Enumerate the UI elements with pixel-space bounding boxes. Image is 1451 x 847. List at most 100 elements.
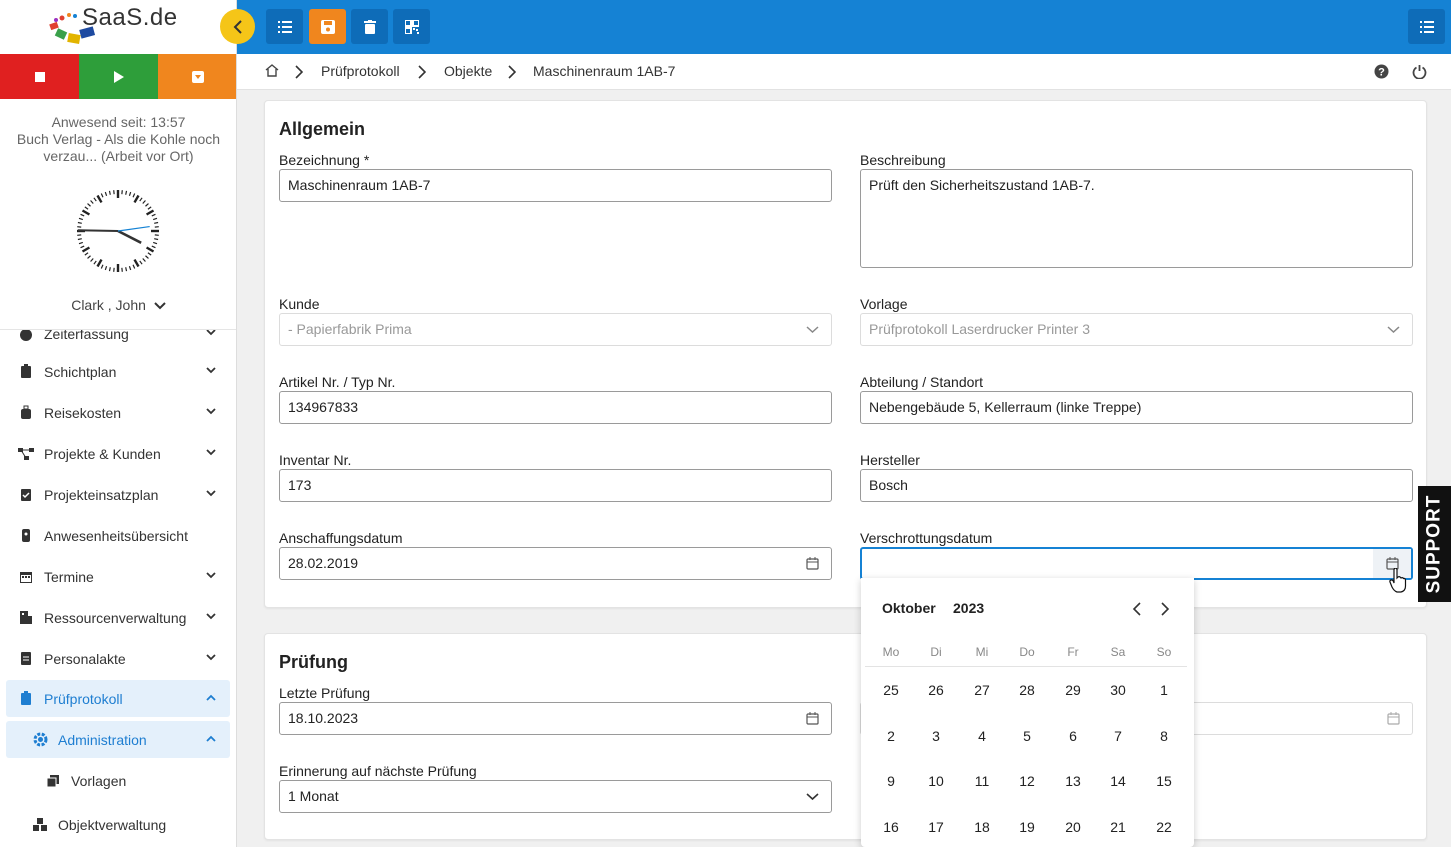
beschreibung-textarea[interactable]: Prüft den Sicherheitszustand 1AB-7. [860, 169, 1413, 268]
calendar-day[interactable]: 1 [1144, 682, 1184, 698]
calendar-day[interactable]: 19 [1007, 819, 1047, 835]
calendar-day[interactable]: 8 [1144, 728, 1184, 744]
artikel-input[interactable]: 134967833 [279, 391, 832, 424]
pause-button[interactable] [158, 54, 236, 99]
calendar-day[interactable]: 22 [1144, 819, 1184, 835]
breadcrumb: Prüfprotokoll Objekte Maschinenraum 1AB-… [237, 54, 1451, 90]
sidebar-item-zeiterfassung[interactable]: Zeiterfassung [6, 330, 230, 352]
delete-button[interactable] [351, 9, 388, 44]
power-icon[interactable] [1412, 64, 1427, 79]
sidebar-item-administration[interactable]: Administration [6, 721, 230, 758]
presence-info: Anwesend seit: 13:57 Buch Verlag - Als d… [0, 114, 236, 165]
calendar-day[interactable]: 13 [1053, 773, 1093, 789]
calendar-day[interactable]: 14 [1098, 773, 1138, 789]
collapse-sidebar-button[interactable] [220, 9, 255, 44]
chevron-right-icon[interactable] [1161, 602, 1170, 616]
clock-tick [145, 255, 149, 259]
sidebar-item-vorlagen[interactable]: Vorlagen [6, 762, 230, 799]
sidebar-item-reisekosten[interactable]: Reisekosten [6, 394, 230, 431]
sidebar-item-ressourcenverwaltung[interactable]: Ressourcenverwaltung [6, 599, 230, 636]
calendar-day[interactable]: 18 [962, 819, 1002, 835]
calendar-day[interactable]: 5 [1007, 728, 1047, 744]
calendar-day[interactable]: 29 [1053, 682, 1093, 698]
inventar-input[interactable]: 173 [279, 469, 832, 502]
calendar-day[interactable]: 15 [1144, 773, 1184, 789]
calendar-icon[interactable] [806, 712, 819, 725]
help-icon[interactable]: ? [1374, 64, 1389, 79]
breadcrumb-item[interactable]: Objekte [444, 63, 492, 79]
anschaffung-date-input[interactable]: 28.02.2019 [279, 547, 832, 580]
clock-tick [142, 200, 146, 204]
verschrottung-date-input[interactable] [860, 547, 1413, 580]
kunde-select[interactable]: - Papierfabrik Prima [279, 313, 832, 346]
menu-button[interactable] [1408, 9, 1445, 44]
calendar-day[interactable]: 10 [916, 773, 956, 789]
sidebar-item-personalakte[interactable]: Personalakte [6, 640, 230, 677]
clock-tick [151, 213, 156, 217]
support-tab[interactable]: SUPPORT [1418, 486, 1451, 602]
calendar-day[interactable]: 28 [1007, 682, 1047, 698]
play-button[interactable] [79, 54, 158, 99]
clock-tick [133, 258, 140, 268]
qr-code-icon [404, 19, 419, 34]
calendar-day[interactable]: 21 [1098, 819, 1138, 835]
calendar-day[interactable]: 2 [871, 728, 911, 744]
calendar-day[interactable]: 16 [871, 819, 911, 835]
calendar-day[interactable]: 27 [962, 682, 1002, 698]
letzte-pruefung-date-input[interactable]: 18.10.2023 [279, 702, 832, 735]
vorlage-select[interactable]: Prüfprotokoll Laserdrucker Printer 3 [860, 313, 1413, 346]
sidebar-item-projekteinsatzplan[interactable]: Projekteinsatzplan [6, 476, 230, 513]
calendar-icon[interactable] [806, 557, 819, 570]
calendar-day[interactable]: 4 [962, 728, 1002, 744]
calendar-day[interactable]: 20 [1053, 819, 1093, 835]
home-icon[interactable] [264, 63, 280, 78]
calendar-day[interactable]: 3 [916, 728, 956, 744]
breadcrumb-item[interactable]: Prüfprotokoll [321, 63, 400, 79]
sidebar-menu: Zeiterfassung Schichtplan Reisekosten Pr… [0, 329, 236, 847]
save-button[interactable] [309, 9, 346, 44]
sidebar-item-schichtplan[interactable]: Schichtplan [6, 353, 230, 390]
chevron-left-icon[interactable] [1132, 602, 1141, 616]
inventar-label: Inventar Nr. [279, 452, 352, 468]
sidebar-item-label: Prüfprotokoll [44, 690, 123, 707]
sidebar-item-anwesenheitsuebersicht[interactable]: Anwesenheitsübersicht [6, 517, 230, 554]
qr-code-button[interactable] [393, 9, 430, 44]
bezeichnung-input[interactable]: Maschinenraum 1AB-7 [279, 169, 832, 202]
sidebar-item-label: Vorlagen [71, 772, 127, 789]
clock-tick [147, 206, 152, 210]
calendar-day[interactable]: 7 [1098, 728, 1138, 744]
calendar-day[interactable]: 30 [1098, 682, 1138, 698]
erinnerung-select[interactable]: 1 Monat [279, 780, 832, 813]
artikel-value: 134967833 [288, 399, 359, 415]
stop-button[interactable] [0, 54, 79, 99]
sidebar-item-projekte-kunden[interactable]: Projekte & Kunden [6, 435, 230, 472]
sidebar-item-objektverwaltung[interactable]: Objektverwaltung [6, 806, 230, 843]
clock-tick [125, 267, 128, 272]
clock-tick [132, 264, 136, 269]
pruefung-card: Prüfung Letzte Prüfung 18.10.2023 Erinne… [264, 633, 1427, 840]
calendar-day[interactable]: 11 [962, 773, 1002, 789]
user-menu[interactable]: Clark , John [0, 297, 236, 313]
calendar-month[interactable]: Oktober [882, 600, 936, 616]
calendar-icon[interactable] [1387, 712, 1400, 725]
weekday-header: Fr [1067, 645, 1079, 659]
calendar-day[interactable]: 6 [1053, 728, 1093, 744]
calendar-year[interactable]: 2023 [953, 600, 984, 616]
calendar-day[interactable]: 25 [871, 682, 911, 698]
gear-icon [30, 732, 50, 747]
stop-icon [34, 71, 45, 82]
list-view-button[interactable] [266, 9, 303, 44]
calendar-day[interactable]: 12 [1007, 773, 1047, 789]
calendar-day[interactable]: 9 [871, 773, 911, 789]
chevron-down-icon [206, 572, 216, 579]
clock-tick [90, 200, 94, 204]
sidebar-item-termine[interactable]: Termine [6, 558, 230, 595]
calendar-day[interactable]: 17 [916, 819, 956, 835]
clock-tick [153, 241, 158, 245]
clipboard-icon [16, 691, 36, 706]
calendar-day[interactable]: 26 [916, 682, 956, 698]
cubes-icon [30, 817, 50, 832]
sidebar-item-pruefprotokoll[interactable]: Prüfprotokoll [6, 680, 230, 717]
hersteller-input[interactable]: Bosch [860, 469, 1413, 502]
abteilung-input[interactable]: Nebengebäude 5, Kellerraum (linke Treppe… [860, 391, 1413, 424]
